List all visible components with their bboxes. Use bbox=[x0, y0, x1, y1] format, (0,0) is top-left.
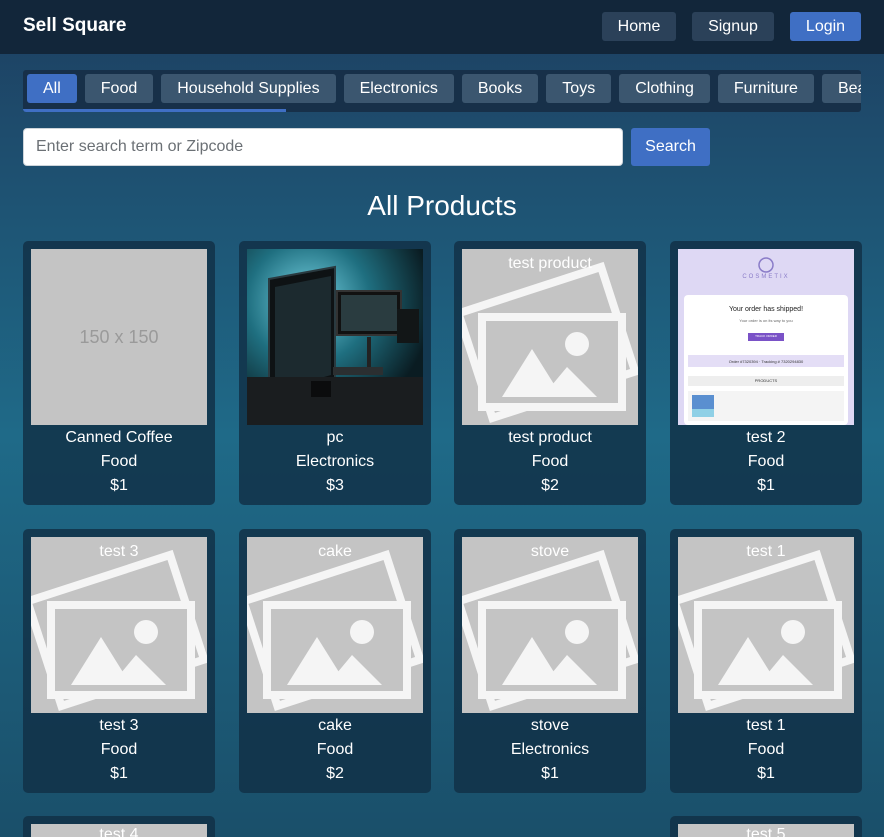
placeholder-image-text: 150 x 150 bbox=[79, 326, 159, 347]
category-track: All Food Household Supplies Electronics … bbox=[27, 74, 861, 103]
product-category: Food bbox=[100, 741, 138, 758]
product-name: pc bbox=[326, 429, 344, 446]
product-category: Food bbox=[531, 453, 569, 470]
image-alt-text: stove bbox=[530, 543, 570, 560]
product-price: $2 bbox=[326, 765, 344, 782]
category-furniture[interactable]: Furniture bbox=[717, 74, 814, 103]
signup-button[interactable]: Signup bbox=[692, 12, 774, 41]
product-image: COSMETIX Your order has shipped! Your or… bbox=[678, 249, 854, 425]
product-name: test 3 bbox=[99, 717, 139, 734]
product-card[interactable]: pc Electronics $3 bbox=[239, 241, 431, 505]
email-headline: Your order has shipped! bbox=[728, 306, 804, 313]
product-image: test 3 bbox=[31, 537, 207, 713]
category-scrollbar[interactable] bbox=[23, 109, 286, 112]
product-name: test 2 bbox=[746, 429, 786, 446]
product-card[interactable]: COSMETIX Your order has shipped! Your or… bbox=[670, 241, 862, 505]
product-name: stove bbox=[530, 717, 570, 734]
product-image: test 4 bbox=[31, 824, 207, 837]
product-card[interactable]: test 1 test 1 Food $1 bbox=[670, 529, 862, 793]
product-card[interactable]: test 4 bbox=[23, 816, 215, 837]
login-button[interactable]: Login bbox=[790, 12, 861, 41]
product-card[interactable]: test 3 test 3 Food $1 bbox=[23, 529, 215, 793]
desk-setup-photo bbox=[247, 249, 423, 425]
product-category: Electronics bbox=[295, 453, 375, 470]
product-category: Electronics bbox=[510, 741, 590, 758]
search-input[interactable] bbox=[23, 128, 623, 166]
product-image: cake bbox=[247, 537, 423, 713]
product-image: test product bbox=[462, 249, 638, 425]
product-price: $2 bbox=[541, 477, 559, 494]
product-price: $3 bbox=[326, 477, 344, 494]
product-card[interactable]: cake cake Food $2 bbox=[239, 529, 431, 793]
broken-image-icon bbox=[678, 549, 854, 711]
product-category: Food bbox=[747, 741, 785, 758]
product-price: $1 bbox=[757, 765, 775, 782]
product-image: test 1 bbox=[678, 537, 854, 713]
product-price: $1 bbox=[541, 765, 559, 782]
image-alt-text: test product bbox=[508, 255, 592, 272]
email-subline: Your order is on its way to you bbox=[739, 318, 793, 323]
image-alt-text: test 1 bbox=[746, 543, 786, 560]
product-category: Food bbox=[100, 453, 138, 470]
category-household-supplies[interactable]: Household Supplies bbox=[161, 74, 336, 103]
email-order-line: Order #7320394 · Tracking # 7320294830 bbox=[728, 359, 804, 364]
product-card[interactable]: stove stove Electronics $1 bbox=[454, 529, 646, 793]
product-name: test product bbox=[508, 429, 592, 446]
product-price: $1 bbox=[110, 477, 128, 494]
broken-image-icon bbox=[31, 549, 207, 711]
broken-image-icon bbox=[247, 549, 423, 711]
broken-image-icon bbox=[462, 261, 638, 423]
product-card[interactable]: 150 x 150 Canned Coffee Food $1 bbox=[23, 241, 215, 505]
product-image: stove bbox=[462, 537, 638, 713]
category-beauty[interactable]: Beauty bbox=[821, 74, 861, 103]
product-card[interactable]: test 5 bbox=[670, 816, 862, 837]
brand-logo[interactable]: Sell Square bbox=[23, 15, 127, 37]
product-price: $1 bbox=[757, 477, 775, 494]
category-bar[interactable]: All Food Household Supplies Electronics … bbox=[23, 70, 861, 112]
category-electronics[interactable]: Electronics bbox=[343, 74, 454, 103]
category-all[interactable]: All bbox=[27, 74, 77, 103]
product-image: test 5 bbox=[678, 824, 854, 837]
product-category: Food bbox=[747, 453, 785, 470]
category-books[interactable]: Books bbox=[461, 74, 539, 103]
category-clothing[interactable]: Clothing bbox=[619, 74, 710, 103]
search-button[interactable]: Search bbox=[631, 128, 710, 166]
product-category: Food bbox=[316, 741, 354, 758]
image-alt-text: test 5 bbox=[746, 826, 786, 837]
product-name: cake bbox=[318, 717, 352, 734]
product-image: 150 x 150 bbox=[31, 249, 207, 425]
navbar: Sell Square Home Signup Login bbox=[0, 0, 884, 54]
product-image bbox=[247, 249, 423, 425]
page-title: All Products bbox=[367, 190, 517, 221]
email-section: PRODUCTS bbox=[754, 378, 778, 383]
image-alt-text: test 3 bbox=[99, 543, 139, 560]
product-price: $1 bbox=[110, 765, 128, 782]
product-card[interactable]: test product test product Food $2 bbox=[454, 241, 646, 505]
home-button[interactable]: Home bbox=[602, 12, 676, 41]
category-food[interactable]: Food bbox=[84, 74, 154, 103]
category-toys[interactable]: Toys bbox=[546, 74, 612, 103]
image-alt-text: cake bbox=[318, 543, 352, 560]
product-name: test 1 bbox=[746, 717, 786, 734]
email-brand: COSMETIX bbox=[742, 274, 790, 280]
email-button: TRACK ORDER bbox=[755, 334, 777, 338]
image-alt-text: test 4 bbox=[99, 826, 139, 837]
product-name: Canned Coffee bbox=[65, 429, 173, 446]
broken-image-icon bbox=[462, 549, 638, 711]
